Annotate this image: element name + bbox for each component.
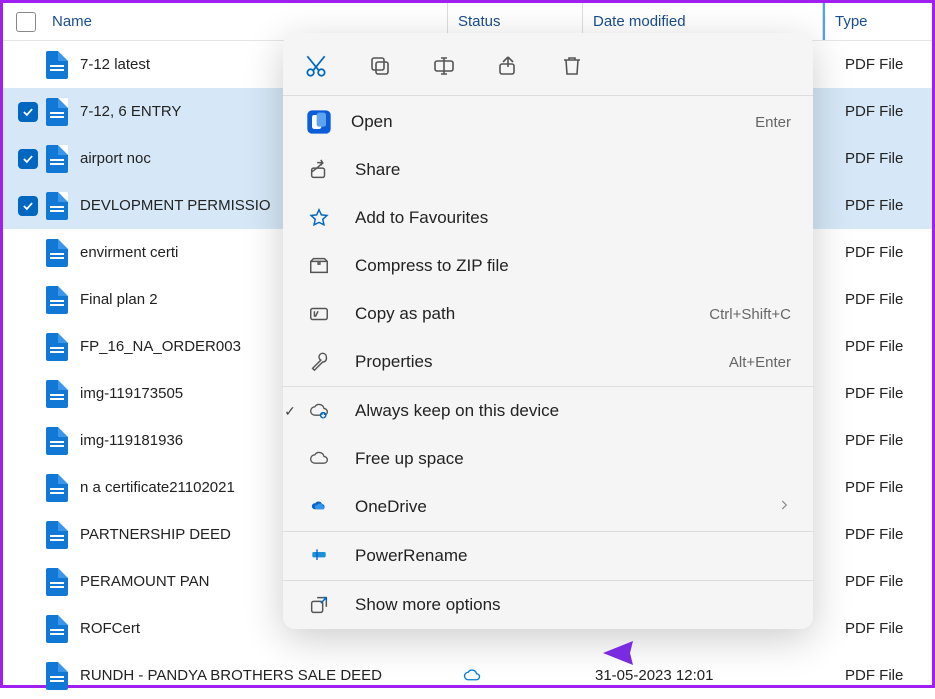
pdf-file-icon (46, 98, 68, 126)
file-type: PDF File (835, 385, 932, 402)
select-all-checkbox[interactable] (16, 12, 36, 32)
row-checkbox[interactable] (18, 149, 38, 169)
header-type-label: Type (835, 13, 868, 30)
column-header-type[interactable]: Type (823, 3, 932, 40)
menu-compress-zip[interactable]: Compress to ZIP file (283, 242, 813, 290)
menu-props-shortcut: Alt+Enter (729, 354, 791, 371)
pdf-file-icon (46, 568, 68, 596)
file-type: PDF File (835, 432, 932, 449)
context-menu: Open Enter Share Add to Favourites Compr… (283, 33, 813, 629)
copyaspath-icon (305, 302, 333, 326)
cloud-icon (305, 447, 333, 471)
powerrename-icon (305, 544, 333, 568)
menu-powerrename-label: PowerRename (355, 546, 467, 566)
file-type: PDF File (835, 573, 932, 590)
file-type: PDF File (835, 479, 932, 496)
file-name: RUNDH - PANDYA BROTHERS SALE DEED (80, 667, 460, 684)
menu-copypath-label: Copy as path (355, 304, 455, 324)
menu-open-label: Open (351, 112, 393, 132)
pdf-file-icon (46, 51, 68, 79)
file-type: PDF File (835, 103, 932, 120)
pdf-file-icon (46, 145, 68, 173)
file-date: 31-05-2023 12:01 (595, 667, 835, 684)
star-icon (305, 206, 333, 230)
pdf-file-icon (46, 427, 68, 455)
menu-fav-label: Add to Favourites (355, 208, 488, 228)
pdf-file-icon (46, 474, 68, 502)
file-type: PDF File (835, 244, 932, 261)
menu-free-label: Free up space (355, 449, 464, 469)
file-type: PDF File (835, 56, 932, 73)
zip-icon (305, 254, 333, 278)
menu-keep-label: Always keep on this device (355, 401, 559, 421)
menu-copy-path[interactable]: Copy as path Ctrl+Shift+C (283, 290, 813, 338)
menu-open-shortcut: Enter (755, 114, 791, 131)
copy-icon[interactable] (367, 53, 393, 79)
header-status-label: Status (458, 13, 501, 30)
header-name-label: Name (52, 13, 92, 30)
file-status (460, 667, 595, 685)
menu-onedrive-label: OneDrive (355, 497, 427, 517)
menu-properties[interactable]: Properties Alt+Enter (283, 338, 813, 386)
open-app-icon (305, 110, 333, 134)
menu-showmore-label: Show more options (355, 595, 501, 615)
share-icon[interactable] (495, 53, 521, 79)
show-more-icon (305, 593, 333, 617)
pdf-file-icon (46, 333, 68, 361)
delete-icon[interactable] (559, 53, 585, 79)
cut-icon[interactable] (303, 53, 329, 79)
rename-icon[interactable] (431, 53, 457, 79)
pdf-file-icon (46, 192, 68, 220)
menu-powerrename[interactable]: PowerRename (283, 532, 813, 580)
pdf-file-icon (46, 521, 68, 549)
pdf-file-icon (46, 662, 68, 690)
header-date-label: Date modified (593, 13, 686, 30)
pdf-file-icon (46, 239, 68, 267)
pdf-file-icon (46, 286, 68, 314)
checkmark-icon: ✓ (283, 403, 301, 420)
file-type: PDF File (835, 667, 932, 684)
row-checkbox[interactable] (18, 196, 38, 216)
pdf-file-icon (46, 380, 68, 408)
file-type: PDF File (835, 291, 932, 308)
file-type: PDF File (835, 526, 932, 543)
row-checkbox[interactable] (18, 102, 38, 122)
properties-icon (305, 350, 333, 374)
menu-show-more[interactable]: Show more options (283, 581, 813, 629)
onedrive-icon (305, 495, 333, 519)
share-menu-icon (305, 158, 333, 182)
pdf-file-icon (46, 615, 68, 643)
menu-open[interactable]: Open Enter (283, 96, 813, 146)
menu-share[interactable]: Share (283, 146, 813, 194)
context-menu-toolbar (283, 33, 813, 95)
menu-always-keep[interactable]: ✓ Always keep on this device (283, 387, 813, 435)
file-type: PDF File (835, 150, 932, 167)
menu-onedrive[interactable]: OneDrive (283, 483, 813, 531)
menu-zip-label: Compress to ZIP file (355, 256, 509, 276)
chevron-right-icon (777, 497, 791, 517)
menu-share-label: Share (355, 160, 400, 180)
file-type: PDF File (835, 197, 932, 214)
cloud-keep-icon (305, 399, 333, 423)
menu-favourites[interactable]: Add to Favourites (283, 194, 813, 242)
menu-props-label: Properties (355, 352, 432, 372)
file-type: PDF File (835, 620, 932, 637)
menu-copypath-shortcut: Ctrl+Shift+C (709, 306, 791, 323)
file-type: PDF File (835, 338, 932, 355)
menu-free-space[interactable]: Free up space (283, 435, 813, 483)
file-row[interactable]: RUNDH - PANDYA BROTHERS SALE DEED 31-05-2… (3, 652, 932, 699)
